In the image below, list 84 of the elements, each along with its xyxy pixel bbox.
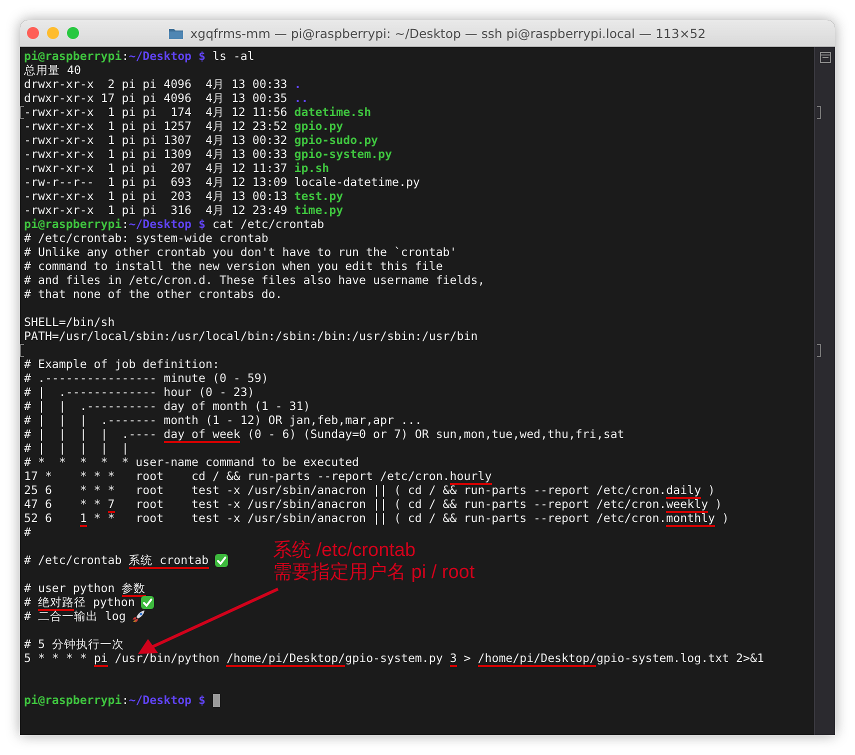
terminal-text: # | | .---------- day of month (1 - 31) — [24, 399, 310, 413]
terminal-text: # 二合一输出 log — [24, 609, 126, 623]
terminal-text: drwxr-xr-x 17 pi pi 4096 4月 13 00:35 — [24, 91, 288, 105]
terminal-text: 绝对路 — [38, 595, 74, 611]
terminal-text: ls -al — [211, 49, 254, 63]
terminal-text: : — [122, 217, 129, 231]
terminal-text: # /etc/crontab: system-wide crontab — [24, 231, 268, 245]
terminal-text: pi — [94, 651, 108, 667]
terminal-text: # user python — [24, 581, 116, 595]
terminal-text: # command to install the new version when you edit this file — [24, 259, 443, 273]
terminal-text: drwxr-xr-x 2 pi pi 4096 4月 13 00:33 — [24, 77, 288, 91]
terminal-text: # | .------------- hour (0 - 23) — [24, 385, 254, 399]
terminal-text: ) — [714, 497, 722, 511]
terminal-text: # — [24, 595, 32, 609]
terminal-text: day of week — [164, 427, 240, 443]
terminal-text: 7 — [108, 497, 115, 513]
terminal-text: # 5 分钟执行一次 — [24, 637, 124, 651]
terminal-text: root test -x /usr/sbin/anacron || ( cd / && run-parts --report /etc/cron. — [134, 497, 666, 511]
file-name: test.py — [294, 189, 344, 203]
terminal-text: -rwxr-xr-x 1 pi pi 203 4月 13 00:13 — [24, 189, 288, 203]
terminal-text: # and files in /etc/cron.d. These files also have username fields, — [24, 273, 485, 287]
file-name: datetime.sh — [294, 105, 372, 119]
terminal-text: /usr/bin/python — [114, 651, 220, 665]
prompt-path: ~/Desktop $ — [128, 693, 206, 707]
terminal-text: -rw-r--r-- 1 pi pi 693 4月 12 13:09 locale-datetime.py — [24, 175, 420, 189]
terminal-text: # | | | | | — [24, 441, 129, 455]
terminal-text: # Unlike any other crontab you don't have to run the `crontab' — [24, 245, 457, 259]
terminal-text: (0 - 6) (Sunday=0 or 7) OR sun,mon,tue,wed,thu,fri,sat — [246, 427, 624, 441]
file-name: time.py — [294, 203, 344, 217]
terminal-text: ) — [721, 511, 730, 525]
directory-name: . — [294, 77, 302, 91]
prompt-user: pi@raspberrypi — [24, 693, 122, 707]
terminal-text: 总用量 40 — [24, 63, 81, 77]
annotation-text: 需要指定用户名 pi / root — [273, 562, 475, 584]
terminal-text: -rwxr-xr-x 1 pi pi 316 4月 12 23:49 — [24, 203, 288, 217]
directory-name: .. — [294, 91, 308, 105]
terminal-text: # * * * * * user-name command to be executed — [24, 455, 360, 469]
terminal-text: weekly — [666, 497, 708, 513]
terminal-text: -rwxr-xr-x 1 pi pi 1257 4月 12 23:52 — [24, 119, 288, 133]
terminal-text: # .---------------- minute (0 - 59) — [24, 371, 268, 385]
file-name: gpio-system.py — [294, 147, 392, 161]
terminal-text: hourly — [450, 469, 492, 485]
terminal-text: 17 * * * * root cd / && run-parts --report /etc/cron. — [24, 469, 450, 483]
terminal-text: daily — [666, 483, 702, 499]
terminal-text: SHELL=/bin/sh — [24, 315, 115, 329]
annotation-text: 系统 /etc/crontab — [273, 540, 417, 562]
prompt-user: pi@raspberrypi — [24, 49, 122, 63]
terminal-text: > — [462, 651, 472, 665]
terminal-text: * * root test -x /usr/sbin/anacron || ( cd / && run-parts --report /etc/cron. — [92, 511, 666, 525]
terminal-text: monthly — [666, 511, 716, 527]
terminal-text: -rwxr-xr-x 1 pi pi 1307 4月 13 00:32 — [24, 133, 288, 147]
terminal-text: 52 6 — [24, 511, 53, 525]
terminal-text: # that none of the other crontabs do. — [24, 287, 282, 301]
terminal-text: # Example of job definition: — [24, 357, 220, 371]
terminal-text: -rwxr-xr-x 1 pi pi 207 4月 12 11:37 — [24, 161, 288, 175]
window-title: xgqfrms-mm — pi@raspberrypi: ~/Desktop — ssh pi@raspberrypi.local — 113×52 — [190, 26, 706, 40]
terminal-text: cat /etc/crontab — [211, 217, 324, 231]
prompt-path: ~/Desktop $ — [128, 49, 206, 63]
terminal-text: : — [122, 693, 129, 707]
terminal-text: # — [24, 525, 31, 539]
terminal-text: -rwxr-xr-x 1 pi pi 174 4月 12 11:56 — [24, 105, 288, 119]
terminal-text: 3 — [450, 651, 457, 667]
terminal-text: 25 6 * * * root test -x /usr/sbin/anacron || ( cd / && run-parts --report /etc/cron. — [24, 483, 666, 497]
terminal-text: : — [122, 49, 129, 63]
terminal-text: 系统 crontab — [128, 553, 209, 569]
terminal-text: gpio-system.py — [345, 651, 444, 665]
prompt-user: pi@raspberrypi — [24, 217, 122, 231]
terminal-text: 47 6 * * — [24, 497, 102, 511]
terminal-text: 径 python — [74, 595, 135, 609]
terminal-text: # | | | | .---- — [24, 427, 158, 441]
terminal-text: ) — [707, 483, 716, 497]
terminal-text: -rwxr-xr-x 1 pi pi 1309 4月 13 00:33 — [24, 147, 288, 161]
terminal-text: # /etc/crontab — [24, 553, 123, 567]
terminal-text: # | | | .------- month (1 - 12) OR jan,feb,mar,apr ... — [24, 413, 422, 427]
file-name: ip.sh — [294, 161, 330, 175]
terminal-text: 1 — [80, 511, 87, 527]
terminal-text: gpio-system.log.txt 2>&1 — [596, 651, 764, 665]
terminal-text: /home/pi/Desktop/ — [226, 651, 346, 667]
prompt-path: ~/Desktop $ — [128, 217, 206, 231]
terminal-text: PATH=/usr/local/sbin:/usr/local/bin:/sbin:/bin:/usr/sbin:/usr/bin — [24, 329, 478, 343]
terminal-text: 5 * * * * — [24, 651, 88, 665]
file-name: gpio-sudo.py — [294, 133, 378, 147]
file-name: gpio.py — [294, 119, 344, 133]
terminal-text: /home/pi/Desktop/ — [478, 651, 596, 667]
